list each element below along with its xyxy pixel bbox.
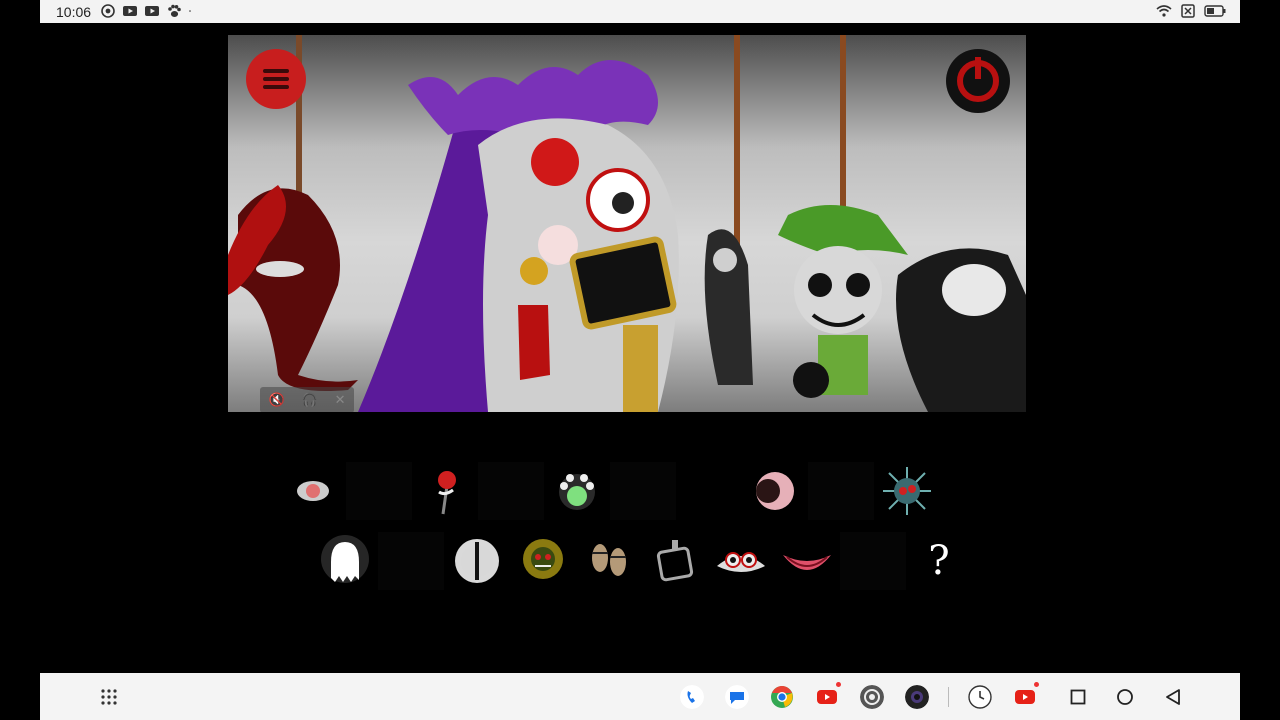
sound-slot-slit-eye[interactable]	[444, 532, 510, 590]
notification-dot	[836, 682, 841, 687]
sound-slot-red-flower[interactable]	[412, 462, 478, 520]
sound-slot-empty[interactable]	[840, 532, 906, 590]
sound-slots-row-2: ?	[312, 532, 972, 590]
paw-icon	[168, 4, 181, 17]
audio-mini-controls: 🔇 🎧 ✕	[260, 387, 354, 412]
sound-slot-sunflower-face[interactable]	[510, 532, 576, 590]
sound-slot-white-ghost[interactable]	[312, 532, 378, 590]
mute-icon[interactable]: 🔇	[268, 392, 284, 408]
status-right-icons	[1156, 3, 1226, 19]
camera-icon[interactable]	[905, 685, 929, 709]
sunflower-face-icon	[523, 539, 563, 579]
status-bar: 10:06	[40, 0, 1240, 23]
game-stage: 🔇 🎧 ✕	[228, 35, 1026, 412]
recents-button[interactable]	[1070, 689, 1086, 705]
status-left-icons	[100, 3, 196, 19]
youtube-icon	[145, 6, 159, 16]
sound-slot-eye-disc[interactable]	[280, 462, 346, 520]
power-button[interactable]	[946, 49, 1010, 113]
sound-slot-mystery[interactable]: ?	[906, 532, 972, 590]
sound-slots-row-1	[280, 462, 940, 520]
footprints-icon	[592, 544, 626, 576]
navigation-bar	[40, 673, 1240, 720]
target-icon	[101, 4, 115, 18]
sound-slot-empty[interactable]	[808, 462, 874, 520]
sound-slot-bloody-eyes[interactable]	[708, 532, 774, 590]
back-button[interactable]	[1164, 688, 1182, 706]
youtube-icon[interactable]	[1013, 685, 1037, 709]
menu-button[interactable]	[246, 49, 306, 109]
app-grid-icon[interactable]	[100, 688, 118, 706]
pink-moon-icon	[756, 472, 794, 510]
bloody-eyes-icon	[717, 552, 765, 572]
dock-divider	[948, 687, 949, 707]
clock-icon[interactable]	[968, 685, 992, 709]
sound-slot-multi-eye[interactable]	[544, 462, 610, 520]
multi-eye-icon	[559, 474, 595, 510]
sound-slot-spiky-virus[interactable]	[874, 462, 940, 520]
settings-icon[interactable]	[860, 685, 884, 709]
home-button[interactable]	[1116, 688, 1134, 706]
phone-frame-icon	[656, 540, 694, 582]
messages-icon[interactable]	[725, 685, 749, 709]
power-icon	[957, 57, 999, 102]
white-ghost-icon	[321, 535, 369, 583]
wifi-icon	[1156, 5, 1172, 17]
pink-mouth-icon	[783, 555, 831, 570]
youtube-icon	[123, 6, 137, 16]
sound-slot-empty[interactable]	[378, 532, 444, 590]
sim-icon	[1181, 4, 1195, 18]
sound-slot-empty[interactable]	[346, 462, 412, 520]
phone-icon[interactable]	[680, 685, 704, 709]
red-flower-icon	[438, 471, 456, 515]
headphones-icon[interactable]: 🎧	[302, 392, 318, 408]
sound-slot-empty[interactable]	[610, 462, 676, 520]
chrome-icon[interactable]	[770, 685, 794, 709]
sound-slot-phone-frame[interactable]	[642, 532, 708, 590]
close-icon[interactable]: ✕	[335, 392, 346, 408]
sound-slot-pink-mouth[interactable]	[774, 532, 840, 590]
mystery-label: ?	[928, 538, 950, 584]
sound-slot-empty[interactable]	[676, 462, 742, 520]
youtube-icon[interactable]	[815, 685, 839, 709]
notification-dot	[1034, 682, 1039, 687]
sound-slot-footprints[interactable]	[576, 532, 642, 590]
character-scene	[228, 35, 1026, 412]
sound-slot-empty[interactable]	[478, 462, 544, 520]
spiky-virus-icon	[883, 467, 931, 515]
slit-eye-icon	[455, 539, 499, 583]
status-time: 10:06	[56, 4, 92, 20]
eye-disc-icon	[297, 481, 329, 501]
battery-icon	[1204, 5, 1226, 17]
dot-icon	[189, 10, 191, 12]
sound-slot-pink-moon[interactable]	[742, 462, 808, 520]
